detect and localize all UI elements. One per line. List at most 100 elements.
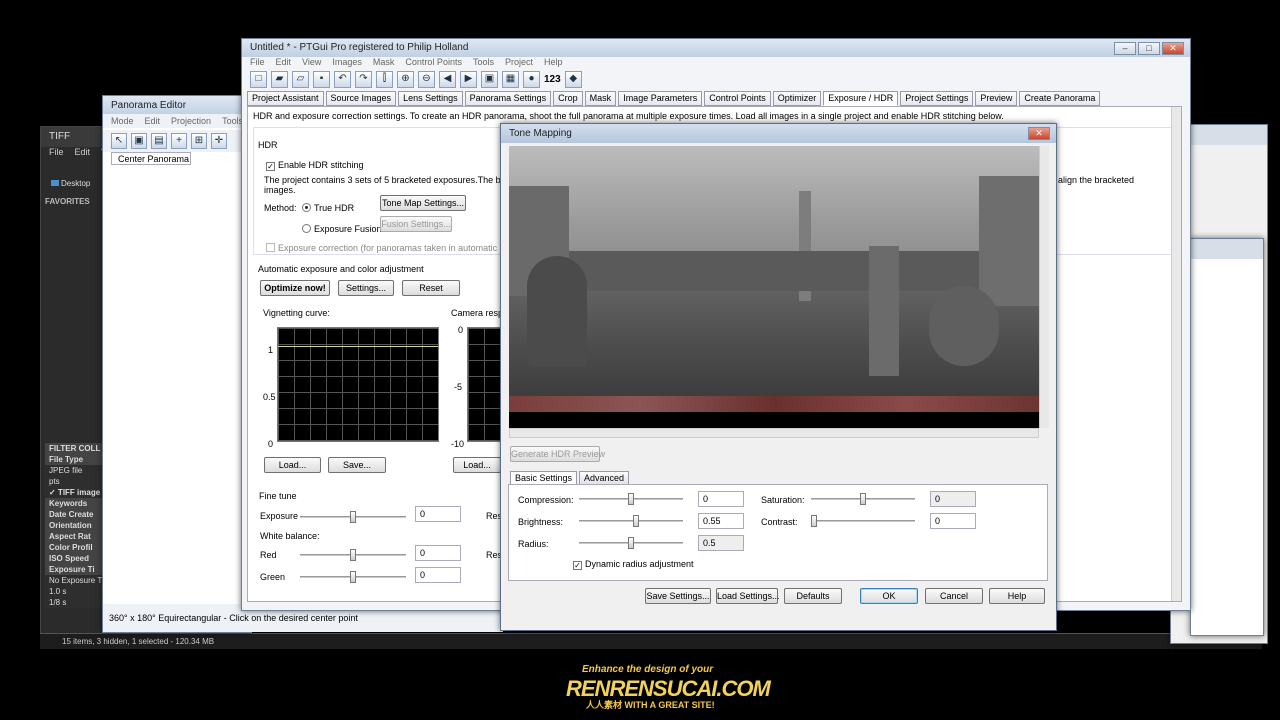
menu-tools[interactable]: Tools	[473, 55, 494, 69]
defaults-button[interactable]: Defaults	[784, 588, 842, 604]
camera-load-button[interactable]: Load...	[453, 457, 501, 473]
tab-mask[interactable]: Mask	[584, 91, 617, 106]
menu-view[interactable]: View	[302, 55, 321, 69]
crosshair-icon[interactable]: +	[171, 133, 187, 149]
pano-menu-tools[interactable]: Tools	[222, 114, 243, 128]
cancel-button[interactable]: Cancel	[925, 588, 983, 604]
tab-basic-settings[interactable]: Basic Settings	[510, 471, 578, 485]
slider-thumb[interactable]	[350, 511, 356, 523]
menu-edit[interactable]: Edit	[276, 55, 292, 69]
tab-optimizer[interactable]: Optimizer	[772, 91, 822, 106]
tiff-filter-item[interactable]: Orientation	[45, 520, 107, 531]
load-settings-button[interactable]: Load Settings...	[716, 588, 780, 604]
true-hdr-radio[interactable]: True HDR	[302, 203, 354, 213]
image-set-icon[interactable]: ▤	[151, 133, 167, 149]
exposure-input[interactable]: 0	[415, 506, 461, 522]
tiff-filter-item[interactable]: Color Profil	[45, 542, 107, 553]
tab-crop[interactable]: Crop	[553, 91, 583, 106]
vignetting-save-button[interactable]: Save...	[328, 457, 386, 473]
pointer-icon[interactable]: ↖	[111, 133, 127, 149]
tab-image-parameters[interactable]: Image Parameters	[618, 91, 703, 106]
saturation-slider[interactable]	[811, 493, 915, 505]
green-input[interactable]: 0	[415, 567, 461, 583]
open-recent-icon[interactable]: ▱	[292, 70, 309, 88]
tiff-menu-file[interactable]: File	[49, 145, 64, 159]
new-icon[interactable]: □	[250, 70, 267, 88]
tiff-filter-item[interactable]: pts	[45, 476, 107, 487]
fusion-settings-button[interactable]: Fusion Settings...	[380, 216, 452, 232]
slider-thumb[interactable]	[628, 537, 634, 549]
tab-advanced[interactable]: Advanced	[579, 471, 630, 485]
tiff-filter-item[interactable]: 1/8 s	[45, 597, 107, 608]
maximize-icon[interactable]: □	[1138, 42, 1160, 55]
slider-thumb[interactable]	[628, 493, 634, 505]
menu-mask[interactable]: Mask	[373, 55, 395, 69]
vignetting-load-button[interactable]: Load...	[264, 457, 321, 473]
batch-icon[interactable]: ◆	[564, 70, 582, 88]
move-icon[interactable]: ✛	[211, 133, 227, 149]
tone-map-settings-button[interactable]: Tone Map Settings...	[380, 195, 466, 211]
tab-exposure-hdr[interactable]: Exposure / HDR	[823, 91, 899, 106]
slider-thumb[interactable]	[811, 515, 817, 527]
pano-menu-edit[interactable]: Edit	[145, 114, 161, 128]
tab-project-assistant[interactable]: Project Assistant	[247, 91, 324, 106]
zoom-out-icon[interactable]: ⊖	[418, 70, 435, 88]
tiff-filter-item[interactable]: No Exposure Ti	[45, 575, 107, 586]
tab-lens-settings[interactable]: Lens Settings	[398, 91, 463, 106]
tiff-filter-item[interactable]: 1.0 s	[45, 586, 107, 597]
ok-button[interactable]: OK	[860, 588, 918, 604]
green-slider[interactable]	[300, 571, 406, 583]
menu-file[interactable]: File	[250, 55, 265, 69]
tab-source-images[interactable]: Source Images	[325, 91, 397, 106]
tiff-filter-item[interactable]: Aspect Rat	[45, 531, 107, 542]
radius-input[interactable]: 0.5	[698, 535, 744, 551]
back-icon[interactable]: ◀	[439, 70, 456, 88]
optimize-now-button[interactable]: Optimize now!	[260, 280, 330, 296]
tab-preview[interactable]: Preview	[975, 91, 1018, 106]
red-slider[interactable]	[300, 549, 406, 561]
tiff-filter-item[interactable]: JPEG file	[45, 465, 107, 476]
saturation-input[interactable]: 0	[930, 491, 976, 507]
auto-settings-button[interactable]: Settings...	[338, 280, 394, 296]
toolbar-count[interactable]: 123	[544, 74, 561, 85]
exposure-slider[interactable]	[300, 511, 406, 523]
tiff-filter-item[interactable]: Keywords	[45, 498, 107, 509]
save-icon[interactable]: ▪	[313, 70, 330, 88]
compression-input[interactable]: 0	[698, 491, 744, 507]
brightness-input[interactable]: 0.55	[698, 513, 744, 529]
tab-control-points[interactable]: Control Points	[704, 91, 771, 106]
compression-slider[interactable]	[579, 493, 683, 505]
tiff-filter-tab[interactable]: FILTER COLL	[45, 443, 107, 454]
generate-hdr-preview-button[interactable]: Generate HDR Preview	[510, 446, 605, 462]
pano-menu-projection[interactable]: Projection	[171, 114, 211, 128]
preview-hscroll[interactable]	[509, 428, 1039, 438]
auto-reset-button[interactable]: Reset	[402, 280, 460, 296]
enable-hdr-checkbox[interactable]: ✓ Enable HDR stitching	[266, 160, 364, 171]
slider-thumb[interactable]	[633, 515, 639, 527]
tiff-filter-item[interactable]: File Type	[45, 454, 107, 465]
radius-slider[interactable]	[579, 537, 683, 549]
tiff-filter-item[interactable]: ISO Speed	[45, 553, 107, 564]
brightness-slider[interactable]	[579, 515, 683, 527]
preview-vscroll[interactable]	[1039, 146, 1049, 428]
slider-thumb[interactable]	[350, 571, 356, 583]
menu-project[interactable]: Project	[505, 55, 533, 69]
panorama-editor-icon[interactable]: ▣	[481, 70, 498, 88]
slider-thumb[interactable]	[860, 493, 866, 505]
open-icon[interactable]: ▰	[271, 70, 288, 88]
tab-panorama-settings[interactable]: Panorama Settings	[464, 91, 552, 106]
control-points-icon[interactable]: ⫿	[376, 70, 393, 88]
tiff-desktop-path[interactable]: Desktop	[51, 179, 90, 188]
tab-create-panorama[interactable]: Create Panorama	[1019, 91, 1101, 106]
bulb-icon[interactable]: ●	[523, 70, 540, 88]
tiff-menu-edit[interactable]: Edit	[75, 145, 91, 159]
contrast-slider[interactable]	[811, 515, 915, 527]
panel-scrollbar[interactable]	[1171, 107, 1181, 601]
redo-icon[interactable]: ↷	[355, 70, 372, 88]
close-icon[interactable]: ✕	[1162, 42, 1184, 55]
forward-icon[interactable]: ▶	[460, 70, 477, 88]
dynamic-radius-checkbox[interactable]: ✓ Dynamic radius adjustment	[573, 559, 694, 570]
menu-help[interactable]: Help	[544, 55, 563, 69]
center-panorama-tab[interactable]: Center Panorama	[111, 152, 191, 165]
image-icon[interactable]: ▣	[131, 133, 147, 149]
